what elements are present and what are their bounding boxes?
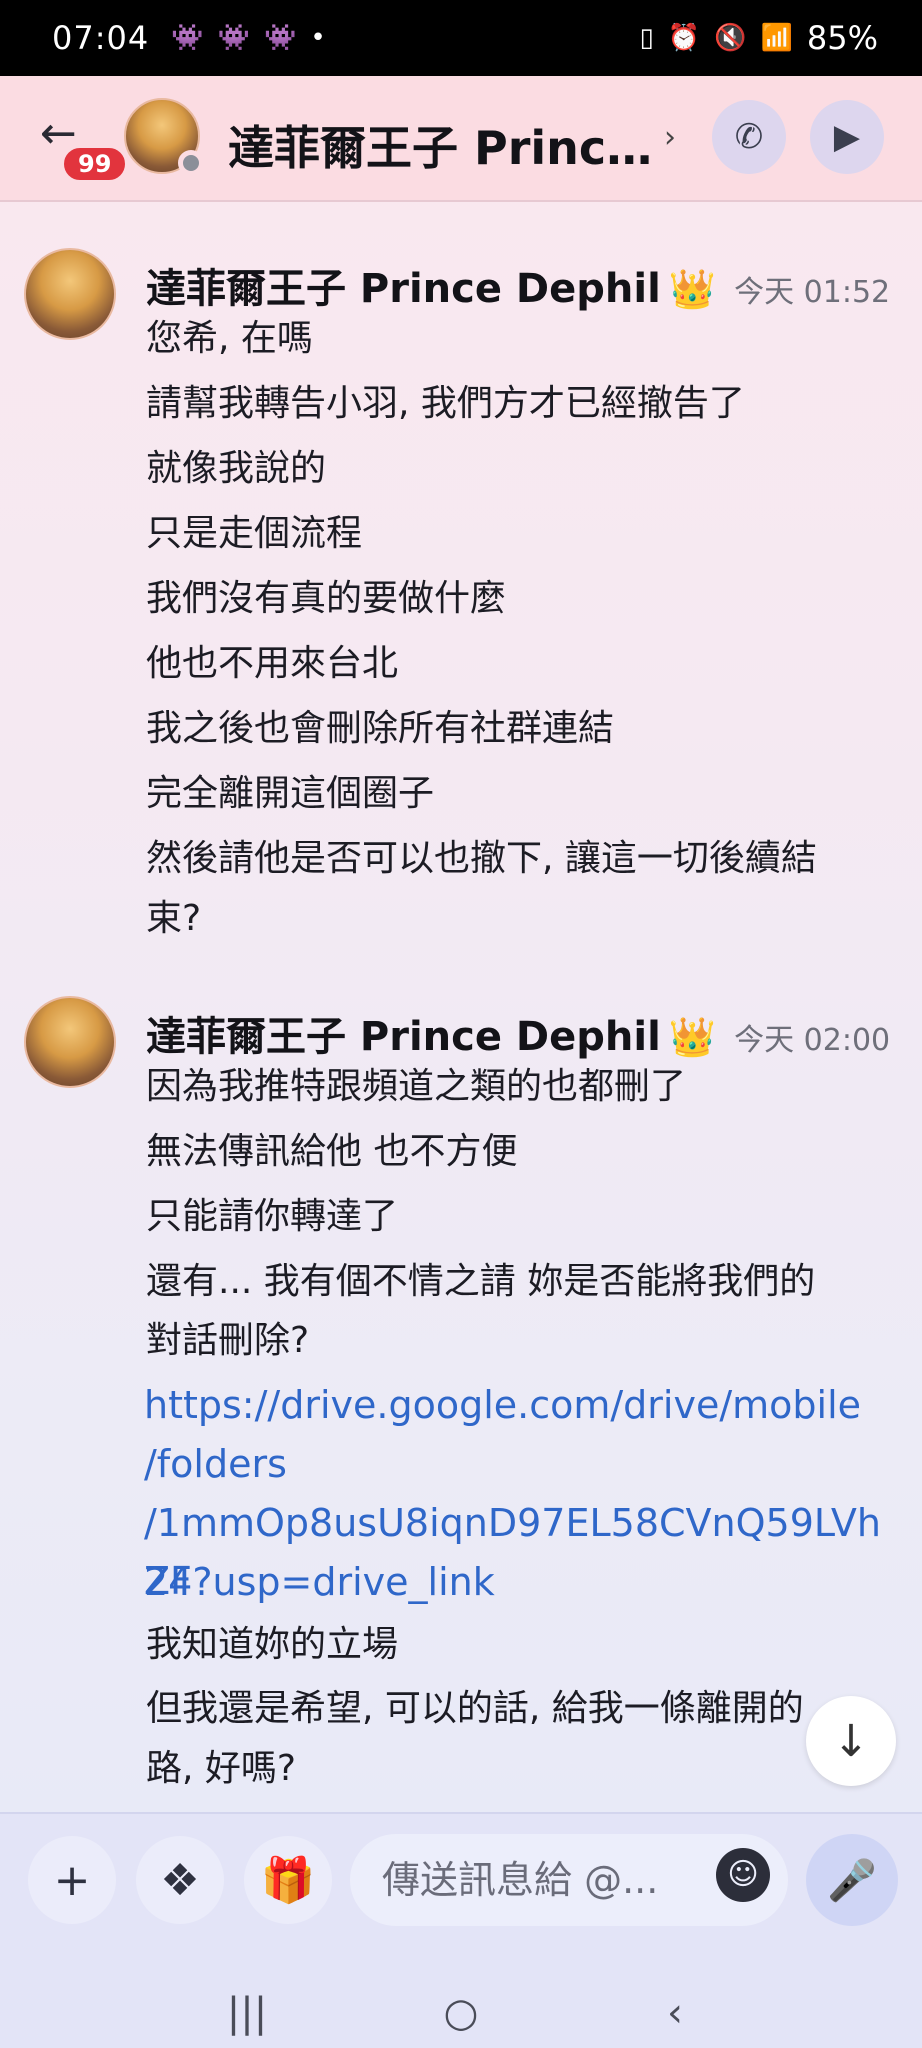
notification-icons: 👾 👾 👾 •: [171, 23, 325, 53]
message-text: 只能請你轉達了: [146, 1196, 399, 1237]
recents-button[interactable]: |||: [207, 1990, 287, 2036]
home-button[interactable]: ○: [421, 1990, 501, 2036]
message-link[interactable]: https://drive.google.com/drive/mobile: [144, 1376, 890, 1434]
discord-icon: 👾: [171, 23, 204, 53]
video-icon: ▶: [833, 117, 861, 157]
message-link[interactable]: /folders: [144, 1435, 890, 1493]
avatar[interactable]: [24, 996, 116, 1088]
emoji-icon: ☺: [727, 1857, 759, 1892]
phone-icon: ✆: [734, 117, 764, 157]
avatar[interactable]: [24, 248, 116, 340]
chevron-right-icon[interactable]: ›: [664, 120, 676, 155]
voice-message-button[interactable]: 🎤: [806, 1834, 898, 1926]
plus-icon: +: [53, 1854, 91, 1906]
voice-call-button[interactable]: ✆: [712, 100, 786, 174]
message-timestamp: 今天 01:52: [734, 275, 891, 310]
mute-icon: 🔇: [714, 23, 747, 53]
system-navigation-bar: ||| ○ ‹: [0, 1978, 922, 2048]
gift-icon: 🎁: [260, 1855, 316, 1906]
message-text: 您希, 在嗎: [146, 318, 313, 359]
message-text: 只是走個流程: [146, 513, 363, 554]
message-text: 無法傳訊給他 也不方便: [146, 1131, 518, 1172]
discord-icon: 👾: [217, 23, 250, 53]
discord-icon: 👾: [263, 23, 297, 53]
system-back-button[interactable]: ‹: [635, 1990, 715, 2036]
message-text: 我之後也會刪除所有社群連結: [146, 708, 615, 749]
conversation-title[interactable]: 達菲爾王子 Princ...: [228, 112, 658, 178]
message-header: 達菲爾王子 Prince Dephil 👑 今天 01:52: [146, 256, 890, 314]
message-link[interactable]: 24?usp=drive_link: [144, 1553, 890, 1611]
message-text: 束?: [146, 898, 202, 939]
status-time: 07:04: [52, 19, 150, 57]
chat-header: ← 99 達菲爾王子 Princ... › ✆ ▶: [0, 76, 922, 202]
apps-button[interactable]: ❖: [136, 1836, 224, 1924]
unread-badge: 99: [60, 144, 130, 184]
message-text: 然後請他是否可以也撤下, 讓這一切後續結: [146, 838, 817, 879]
microphone-icon: 🎤: [827, 1857, 877, 1904]
message-header: 達菲爾王子 Prince Dephil 👑 今天 02:00: [146, 1004, 890, 1062]
message-author[interactable]: 達菲爾王子 Prince Dephil: [146, 1004, 661, 1062]
message-list[interactable]: 達菲爾王子 Prince Dephil 👑 今天 01:52 您希, 在嗎 請幫…: [0, 204, 922, 1810]
message-text: 就像我說的: [146, 448, 327, 489]
message-timestamp: 今天 02:00: [734, 1023, 891, 1058]
emoji-button[interactable]: ☺: [716, 1848, 770, 1902]
gift-button[interactable]: 🎁: [244, 1836, 332, 1924]
message-text: 我知道妳的立場: [146, 1624, 399, 1665]
crown-icon: 👑: [668, 1015, 717, 1059]
battery-level: 85%: [806, 19, 878, 57]
message-text: 請幫我轉告小羽, 我們方才已經撤告了: [146, 383, 745, 424]
message-text: 但我還是希望, 可以的話, 給我一條離開的: [146, 1688, 804, 1729]
video-call-button[interactable]: ▶: [810, 100, 884, 174]
jump-to-bottom-button[interactable]: ↓: [806, 1696, 896, 1786]
add-attachment-button[interactable]: +: [28, 1836, 116, 1924]
message-text: 他也不用來台北: [146, 643, 399, 684]
avatar[interactable]: [124, 98, 204, 176]
status-bar: 07:04 👾 👾 👾 • ▯ ⏰ 🔇 📶 85%: [0, 0, 922, 76]
arrow-down-icon: ↓: [832, 1715, 870, 1767]
message-text: 我們沒有真的要做什麼: [146, 578, 507, 619]
wifi-icon: 📶: [760, 23, 793, 53]
message-text: 完全離開這個圈子: [146, 773, 435, 814]
message-composer: + ❖ 🎁 傳送訊息給 @... ☺ 🎤: [0, 1812, 922, 1978]
message-author[interactable]: 達菲爾王子 Prince Dephil: [146, 256, 661, 314]
message-text: 還有... 我有個不情之請 妳是否能將我們的: [146, 1261, 816, 1302]
message-text: 對話刪除?: [146, 1320, 310, 1361]
dot-icon: •: [310, 23, 326, 53]
presence-status-icon: [178, 150, 204, 176]
message-text: 因為我推特跟頻道之類的也都刪了: [146, 1066, 687, 1107]
crown-icon: 👑: [668, 267, 717, 311]
system-icons: ▯ ⏰ 🔇 📶 85%: [639, 19, 878, 57]
message-text: 路, 好嗎?: [146, 1748, 296, 1789]
alarm-icon: ⏰: [667, 23, 701, 53]
battery-saver-icon: ▯: [639, 23, 654, 53]
apps-icon: ❖: [160, 1854, 200, 1906]
